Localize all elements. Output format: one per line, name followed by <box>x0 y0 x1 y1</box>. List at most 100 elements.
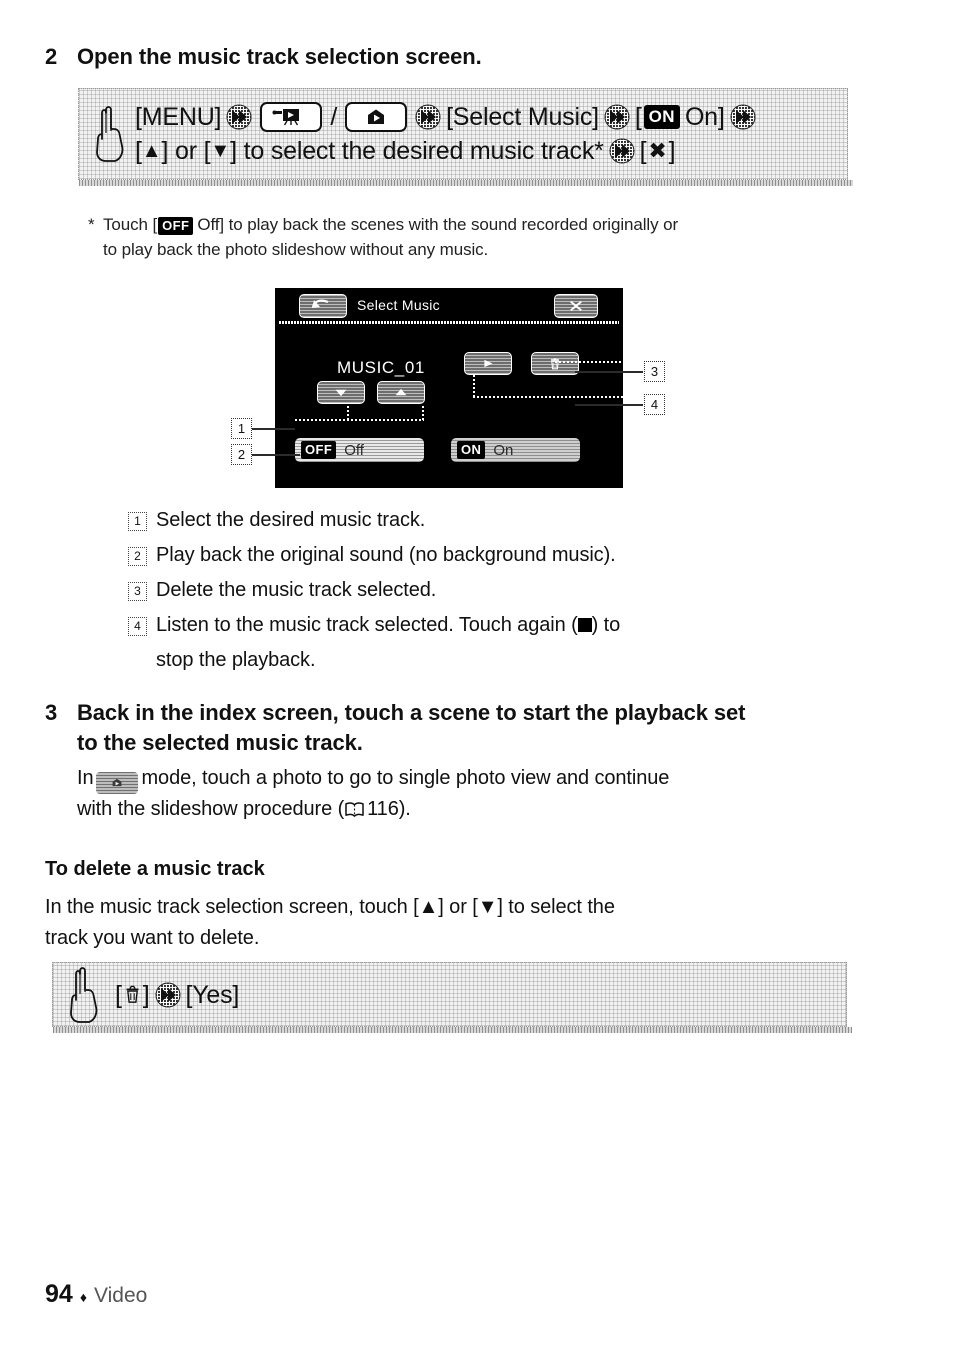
select-track-text: ] to select the desired music track* <box>230 137 604 165</box>
legend-text-4c: stop the playback. <box>156 649 316 671</box>
step-3-title-line1: Back in the index screen, touch a scene … <box>77 700 746 725</box>
footnote-marker: * <box>88 215 95 234</box>
step-2-footnote: * Touch [OFF Off] to play back the scenes… <box>88 212 863 262</box>
leader-line-2 <box>252 454 300 456</box>
select-music-label: [Select Music] <box>446 103 599 131</box>
list-item: 3 Delete the music track selected. <box>128 573 828 608</box>
pointing-hand-icon <box>63 964 105 1026</box>
chevron-double-right-icon <box>415 104 441 130</box>
on-badge: ON <box>643 105 680 129</box>
on-label: On <box>493 441 514 459</box>
delete-body-line2: track you want to delete. <box>45 927 260 949</box>
back-arrow-icon[interactable] <box>299 294 347 318</box>
screen-title-divider <box>279 321 619 324</box>
pointing-hand-icon <box>89 103 131 165</box>
legend-text: Delete the music track selected. <box>156 579 437 601</box>
delete-operation-callout: [ ] [Yes] <box>52 962 852 1033</box>
menu-label: [MENU] <box>135 103 222 131</box>
off-option-row[interactable]: OFF Off <box>295 438 424 462</box>
play-icon[interactable] <box>464 352 512 375</box>
leader-line-3 <box>575 371 643 373</box>
callout-line-1: [MENU] / [Select Music] [ON On] <box>135 102 761 132</box>
legend-text: Play back the original sound (no backgro… <box>156 544 616 566</box>
arrow-up-icon: ▲ <box>418 896 439 918</box>
slash-separator: / <box>330 103 338 131</box>
leader-line-4 <box>575 404 643 406</box>
bracket-open-3: [ <box>639 137 647 165</box>
callout-number-4: 4 <box>644 394 665 415</box>
footer-section-name: Video <box>93 1284 148 1307</box>
callout-number-2: 2 <box>231 444 252 465</box>
delete-section-heading: To delete a music track <box>45 858 265 880</box>
stop-square-icon <box>577 618 592 632</box>
leader-line <box>555 361 623 363</box>
page-reference: 116 <box>367 798 399 820</box>
yes-label: [Yes] <box>185 980 240 1009</box>
step-2-title: Open the music track selection screen. <box>77 44 482 69</box>
step-3-body-mid: mode, touch a photo to go to single phot… <box>141 767 670 789</box>
trash-icon[interactable] <box>531 352 579 375</box>
delete-body-b: ] or [ <box>438 896 478 918</box>
step-2-operation-callout: [MENU] / [Select Music] [ON On] [▲] o… <box>78 88 853 186</box>
bracket-open: [ <box>634 103 642 131</box>
list-item: 4 Listen to the music track selected. To… <box>128 608 828 678</box>
callout-number-3: 3 <box>644 361 665 382</box>
step-3-title: Back in the index screen, touch a scene … <box>77 698 746 758</box>
leader-line <box>473 396 623 398</box>
screen-title: Select Music <box>357 297 440 313</box>
chevron-double-right-icon <box>609 138 635 164</box>
chevron-double-right-icon <box>730 104 756 130</box>
step-3-heading: 3 Back in the index screen, touch a scen… <box>45 698 875 758</box>
off-badge: OFF <box>301 441 337 459</box>
leader-line <box>422 404 424 420</box>
chevron-double-right-icon <box>155 982 181 1008</box>
delete-callout-line: [ ] [Yes] <box>115 980 239 1010</box>
video-playback-mode-icon <box>260 102 323 132</box>
or-text: ] or [ <box>161 137 211 165</box>
step-2-heading: 2 Open the music track selection screen. <box>45 42 482 72</box>
list-item: 1 Select the desired music track. <box>128 503 828 538</box>
arrow-down-icon: ▼ <box>210 140 231 162</box>
step-3-body-l2-post: ). <box>398 798 411 820</box>
off-badge: OFF <box>158 216 194 235</box>
delete-section-body: In the music track selection screen, tou… <box>45 892 865 954</box>
leader-line <box>347 404 349 420</box>
arrow-up-icon[interactable] <box>377 381 425 404</box>
bracket-close: ] <box>142 980 150 1009</box>
close-x-icon[interactable] <box>554 294 598 318</box>
legend-number: 1 <box>128 512 147 531</box>
current-track-name: MUSIC_01 <box>337 358 425 377</box>
footnote-mid: Off] to play back the scenes with the so… <box>197 215 679 234</box>
delete-body-a: In the music track selection screen, tou… <box>45 896 419 918</box>
legend-number: 3 <box>128 582 147 601</box>
leader-line <box>295 419 424 421</box>
photo-playback-mode-icon <box>345 102 408 132</box>
step-3-body-line2: with the slideshow procedure ( 116). <box>77 794 867 825</box>
footer-separator: ♦ <box>79 1289 87 1305</box>
select-music-screen-mock: Select Music MUSIC_01 OFF Off ON On <box>275 288 623 488</box>
on-option-row[interactable]: ON On <box>451 438 580 462</box>
callout-line-2: [ ▲ ] or [ ▼ ] to select the desired mus… <box>135 136 761 166</box>
legend-list: 1 Select the desired music track. 2 Play… <box>128 503 828 678</box>
bracket-open: [ <box>115 980 122 1009</box>
bracket-close-3: ] <box>668 137 676 165</box>
step-3-body-l2-pre: with the slideshow procedure ( <box>77 798 345 820</box>
footnote-line2: to play back the photo slideshow without… <box>103 240 489 259</box>
photo-playback-mode-icon <box>96 771 139 794</box>
step-3-body: In mode, touch a photo to go to single p… <box>77 763 867 825</box>
leader-line <box>473 375 475 397</box>
off-label: Off <box>344 441 364 459</box>
step-3-title-line2: to the selected music track. <box>77 730 363 755</box>
on-badge: ON <box>457 441 486 459</box>
arrow-up-icon: ▲ <box>141 140 162 162</box>
delete-body-c: ] to select the <box>497 896 615 918</box>
legend-number: 4 <box>128 617 147 636</box>
legend-text-4a: Listen to the music track selected. Touc… <box>156 614 578 636</box>
callout-lines: [MENU] / [Select Music] [ON On] [▲] o… <box>135 102 761 166</box>
arrow-down-icon[interactable] <box>317 381 365 404</box>
chevron-double-right-icon <box>226 104 252 130</box>
book-reference-icon <box>344 797 365 817</box>
list-item: 2 Play back the original sound (no backg… <box>128 538 828 573</box>
on-label: On] <box>684 103 725 131</box>
chevron-double-right-icon <box>604 104 630 130</box>
